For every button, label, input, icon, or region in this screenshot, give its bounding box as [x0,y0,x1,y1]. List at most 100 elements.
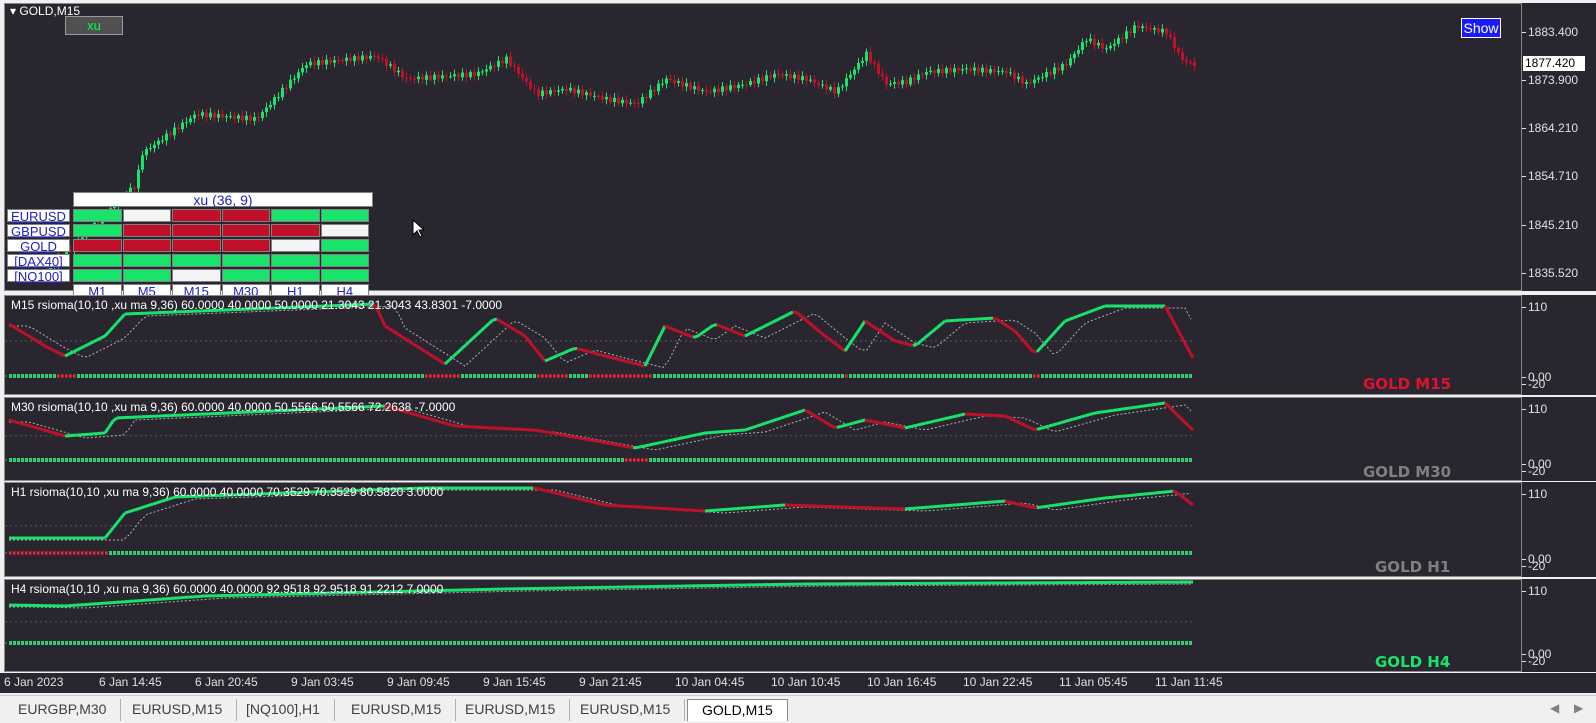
rsi-segment [492,317,498,322]
rsi-segment [1096,497,1102,501]
rsi-segment [752,328,758,334]
candle-body [373,55,376,57]
tab-nq100-h1[interactable]: [NQ100],H1 [232,699,335,721]
grid-row-label[interactable]: [DAX40] [7,254,70,268]
grid-row-label[interactable]: EURUSD [7,209,70,223]
candle-body [977,67,980,73]
grid-cell [122,269,171,282]
time-tick: 6 Jan 20:45 [195,675,258,689]
candle-body [1085,41,1088,43]
rsi-segment [1028,505,1034,509]
subwindow-m15[interactable]: M15 rsioma(10,10 ,xu ma 9,36) 60.0000 40… [4,295,1522,395]
rsi-segment [636,445,642,450]
show-button[interactable]: Show [1461,18,1501,38]
triangle-down-icon[interactable]: ▾ [10,4,16,18]
rsi-segment [1004,414,1010,420]
grid-row-label[interactable]: GOLD [7,239,70,253]
candle-body [469,72,472,78]
rsi-segment [892,424,898,428]
subwindow-title: H4 rsioma(10,10 ,xu ma 9,36) 60.0000 40.… [11,582,444,596]
tab-eurusd-m15[interactable]: EURUSD,M15 [118,699,238,721]
candle-body [425,75,428,80]
rsi-segment [820,418,826,424]
rsi-segment [436,419,442,424]
grid-cell [320,269,369,282]
tab-gold-m15[interactable]: GOLD,M15 [687,699,788,721]
rsi-segment [1160,401,1166,406]
candle-body [881,74,884,77]
rsi-segment [1008,500,1014,505]
rsi-segment [1024,423,1030,429]
rsi-segment [676,329,682,334]
rsi-segment [463,340,471,347]
candle-body [929,70,932,73]
subwindow-m30[interactable]: M30 rsioma(10,10 ,xu ma 9,36) 60.0000 40… [4,397,1522,481]
triangle-right-icon[interactable]: ▶ [1574,701,1583,715]
candle-body [297,72,300,79]
rsi-segment [800,314,806,321]
candle-body [961,69,964,71]
rsi-segment [1167,405,1175,412]
grid-row-label[interactable]: [NQ100] [7,269,70,283]
rsi-segment [1120,407,1126,411]
rsi-segment [452,423,458,428]
rsi-segment [924,420,930,425]
grid-cell [172,224,221,237]
rsi-segment [936,418,942,422]
candle-body [841,86,844,88]
rsi-segment [912,423,918,428]
rsi-segment [624,359,630,364]
rsi-segment [88,340,94,346]
candle-body [233,116,236,119]
xu-button[interactable]: xu [65,16,123,35]
rsi-segment [596,352,602,357]
candle-body [557,90,560,92]
rsi-segment [36,339,42,345]
rsi-segment [680,435,686,440]
rsi-segment [416,344,422,351]
candle-body [809,79,812,81]
subwindow-h4[interactable]: H4 rsioma(10,10 ,xu ma 9,36) 60.0000 40.… [4,579,1522,672]
rsi-segment [379,316,387,327]
rsi-segment [560,350,566,356]
candle-body [953,68,956,73]
rsi-segment [148,502,154,507]
rsi-segment [8,418,14,423]
tab-eurusd-m15[interactable]: EURUSD,M15 [451,699,571,721]
rsi-segment [536,487,542,491]
rsi-segment [744,427,750,432]
rsi-segment [776,416,782,421]
tab-eurgbp-m30[interactable]: EURGBP,M30 [4,699,122,721]
grid-cell [271,269,320,282]
rsi-segment [1004,323,1010,329]
tab-eurusd-m15[interactable]: EURUSD,M15 [337,699,457,721]
rsi-segment [836,424,842,429]
rsi-segment [932,419,938,423]
rsi-segment [1080,312,1086,317]
rsi-segment [420,414,426,419]
subwindow-h1[interactable]: H1 rsioma(10,10 ,xu ma 9,36) 60.0000 40.… [4,482,1522,577]
triangle-left-icon[interactable]: ◀ [1550,701,1559,715]
candle-body [581,89,584,96]
candle-body [701,90,704,92]
rsi-segment [584,437,590,442]
candle-body [1089,38,1092,42]
rsi-segment [816,415,822,421]
candle-body [729,85,732,91]
rsi-segment [1112,408,1118,412]
rsi-segment [40,342,46,348]
rsi-segment [467,337,475,344]
candle-body [781,74,784,76]
rsi-segment [1144,403,1150,408]
rsi-segment [868,322,874,328]
rsi-segment [12,325,18,331]
rsi-segment [1000,320,1006,326]
rsi-segment [643,357,651,367]
candle-body [965,68,968,70]
grid-row-label[interactable]: GBPUSD [7,224,70,238]
rsi-segment [52,348,58,354]
rsi-segment [451,351,459,358]
rsi-segment [115,317,123,324]
tab-eurusd-m15[interactable]: EURUSD,M15 [566,699,686,721]
rsi-segment [908,424,914,429]
